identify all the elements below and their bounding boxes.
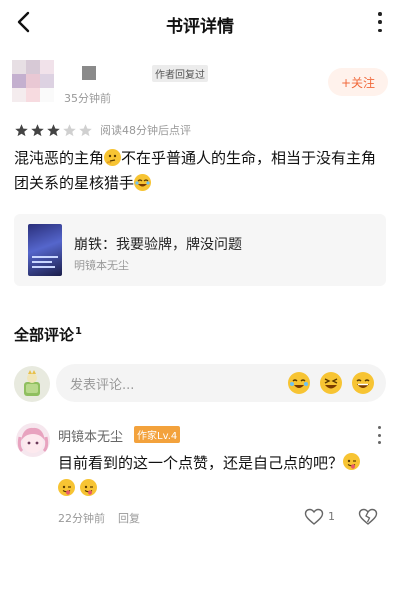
- dislike-button[interactable]: [358, 508, 378, 526]
- comment-input[interactable]: 发表评论...: [56, 364, 386, 402]
- comment-text-body: 目前看到的这一个点赞，还是自己点的吧？: [58, 454, 344, 472]
- winking-tongue-face-icon: [79, 479, 97, 496]
- current-user-avatar: [14, 366, 50, 402]
- comment-item: 明镜本无尘 作家Lv.4 目前看到的这一个点赞，还是自己点的吧？ 22分钟前 回…: [14, 420, 386, 530]
- comment-input-placeholder: 发表评论...: [70, 378, 135, 393]
- rating-note: 阅读48分钟后点评: [100, 124, 191, 137]
- review-text-part-1: 混沌恶的主角: [14, 149, 105, 167]
- comment-text: 目前看到的这一个点赞，还是自己点的吧？: [58, 450, 384, 502]
- comments-count: 1: [75, 326, 82, 337]
- thinking-face-icon: [104, 149, 122, 166]
- follow-button[interactable]: +关注: [328, 68, 388, 96]
- book-author: 明镜本无尘: [74, 259, 129, 272]
- winking-tongue-face-icon: [343, 453, 361, 470]
- commenter-name[interactable]: 明镜本无尘: [58, 426, 123, 445]
- broken-heart-icon: [358, 508, 378, 525]
- winking-tongue-face-icon: [58, 479, 75, 496]
- page-title: 书评详情: [166, 17, 234, 37]
- like-count: 1: [328, 510, 335, 523]
- star-icon: [47, 123, 60, 136]
- squinting-laugh-icon[interactable]: [320, 372, 342, 394]
- comment-time: 22分钟前: [58, 512, 105, 525]
- vertical-dots-icon: [378, 12, 382, 16]
- comment-more-button[interactable]: [376, 426, 382, 444]
- review-header: 作者回复过 35分钟前 +关注: [12, 60, 388, 114]
- writer-level-badge: 作家Lv.4: [134, 426, 181, 443]
- like-button[interactable]: [304, 508, 324, 526]
- rolling-laughing-icon: [134, 174, 152, 191]
- book-cover: [28, 224, 62, 276]
- star-empty-icon: [79, 123, 92, 136]
- author-replied-badge: 作者回复过: [152, 65, 208, 82]
- star-icon: [31, 123, 44, 136]
- grinning-laugh-icon[interactable]: [352, 372, 374, 394]
- book-card[interactable]: 崩铁：我要验牌，牌没问题 明镜本无尘: [14, 214, 386, 286]
- reviewer-avatar[interactable]: [12, 60, 56, 104]
- star-icon: [15, 123, 28, 136]
- vertical-dots-icon: [377, 426, 381, 429]
- comments-title-text: 全部评论: [14, 326, 75, 344]
- heart-icon: [304, 508, 324, 525]
- laughing-tears-icon[interactable]: [288, 372, 310, 394]
- star-empty-icon: [63, 123, 76, 136]
- reviewer-name-redacted: [82, 66, 96, 80]
- top-bar: 书评详情: [0, 0, 400, 46]
- review-text: 混沌恶的主角 不在乎普通人的生命，相当于没有主角团关系的星核猎手: [14, 146, 388, 196]
- book-title: 崩铁：我要验牌，牌没问题: [74, 237, 242, 253]
- reply-button[interactable]: 回复: [118, 510, 140, 526]
- review-time: 35分钟前: [64, 92, 111, 105]
- rating-row: 阅读48分钟后点评: [14, 121, 191, 139]
- commenter-avatar[interactable]: [16, 423, 50, 457]
- more-options-button[interactable]: [372, 10, 388, 34]
- comments-section-title: 全部评论1: [14, 324, 82, 345]
